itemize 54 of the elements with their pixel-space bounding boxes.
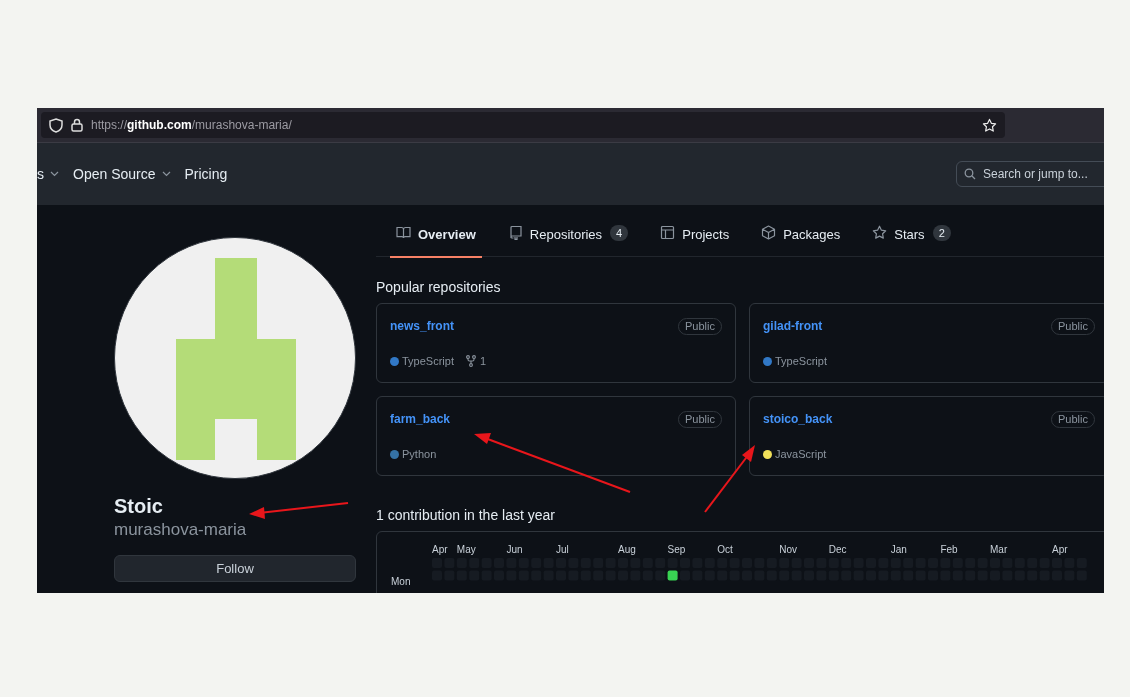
book-icon <box>396 225 411 240</box>
table-icon <box>660 225 676 240</box>
month-label: Jun <box>506 543 523 557</box>
tab[interactable]: Stars 2 <box>866 225 957 257</box>
shield-icon <box>49 117 63 133</box>
fork-count: 1 <box>479 354 487 369</box>
search-field[interactable]: Search or jump to... <box>956 161 1104 187</box>
language-label: TypeScript <box>775 354 827 369</box>
language-label: TypeScript <box>402 354 454 369</box>
nav-menu-item[interactable]: Pricing <box>184 163 228 185</box>
month-label: Aug <box>618 543 636 557</box>
count-badge: 2 <box>932 225 951 241</box>
repo-link[interactable]: stoico_back <box>763 410 833 428</box>
address-bar[interactable]: https://github.com/murashova-maria/ <box>41 112 1005 138</box>
chevron-icon <box>50 171 59 177</box>
tab[interactable]: Overview <box>390 225 482 257</box>
tab[interactable]: Repositories 4 <box>501 225 635 257</box>
annotation-arrow <box>704 445 755 513</box>
month-label: Feb <box>940 543 958 557</box>
chevron-icon <box>161 171 171 177</box>
repo-link[interactable]: gilad-front <box>763 317 823 335</box>
package-icon <box>761 225 777 240</box>
month-label: Dec <box>828 543 847 557</box>
month-label: Jan <box>890 543 907 557</box>
nav-menu-item[interactable]: s <box>37 163 59 185</box>
month-label: Oct <box>717 543 733 557</box>
day-label: Mon <box>391 576 411 588</box>
section-heading: Popular repositories <box>376 278 502 296</box>
username: murashova-maria <box>114 519 248 541</box>
section-heading: 1 contribution in the last year <box>376 506 556 524</box>
tab[interactable]: Packages <box>755 225 847 257</box>
star-icon[interactable] <box>982 117 997 133</box>
nav-menu-item[interactable]: Open Source <box>73 163 171 185</box>
count-badge: 4 <box>610 225 629 241</box>
language-label: Python <box>402 447 437 462</box>
lock-icon <box>71 118 83 132</box>
search-icon <box>964 168 976 180</box>
month-label: Sep <box>667 543 686 557</box>
star-icon <box>872 225 888 240</box>
url-text: https://github.com/murashova-maria/ <box>91 117 292 134</box>
tab[interactable]: Projects <box>654 225 736 257</box>
month-label: Apr <box>1052 543 1068 557</box>
month-label: May <box>456 543 476 557</box>
language-label: JavaScript <box>775 447 827 462</box>
repo-link[interactable]: news_front <box>390 317 454 335</box>
month-label: Mar <box>990 543 1008 557</box>
month-label: Nov <box>779 543 797 557</box>
repo-icon <box>507 225 523 240</box>
follow-button[interactable]: Follow <box>114 555 356 582</box>
profile-name: Stoic <box>114 494 163 519</box>
month-label: Jul <box>556 543 569 557</box>
repo-link[interactable]: farm_back <box>390 410 451 428</box>
fork-icon <box>465 355 476 368</box>
month-label: Apr <box>432 543 448 557</box>
